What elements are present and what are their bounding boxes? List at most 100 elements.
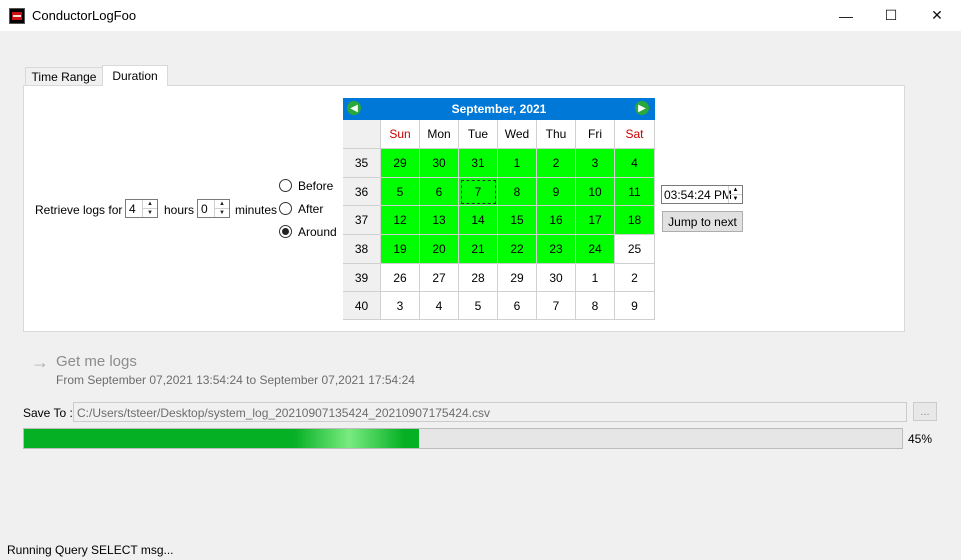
next-month-icon[interactable]: ▶ <box>635 101 649 115</box>
around-radio[interactable] <box>279 225 292 238</box>
week-number: 39 <box>343 264 381 292</box>
window-title: ConductorLogFoo <box>32 8 137 23</box>
minutes-label: minutes <box>235 203 278 217</box>
calendar-day[interactable]: 8 <box>576 292 615 320</box>
status-text: Running Query SELECT msg... <box>7 543 174 557</box>
calendar-day[interactable]: 17 <box>576 206 615 235</box>
calendar-day[interactable]: 5 <box>459 292 498 320</box>
time-up-icon[interactable]: ▲ <box>729 186 742 195</box>
app-logo-icon <box>9 8 25 24</box>
time-picker[interactable]: 03:54:24 PM ▲ ▼ <box>661 185 743 204</box>
calendar-day[interactable]: 9 <box>537 178 576 206</box>
hours-label: hours <box>164 203 195 217</box>
calendar-day[interactable]: 13 <box>420 206 459 235</box>
calendar-day[interactable]: 27 <box>420 264 459 292</box>
hours-value: 4 <box>129 202 136 216</box>
calendar-day[interactable]: 31 <box>459 149 498 178</box>
weekday-header: Thu <box>537 120 576 149</box>
calendar-day[interactable]: 15 <box>498 206 537 235</box>
minimize-button[interactable]: — <box>823 0 869 31</box>
week-number: 35 <box>343 149 381 178</box>
calendar-day[interactable]: 26 <box>381 264 420 292</box>
spin-down-icon[interactable]: ▼ <box>215 209 229 217</box>
calendar-day[interactable]: 30 <box>420 149 459 178</box>
retrieve-logs-label: Retrieve logs for <box>35 203 123 217</box>
close-button[interactable]: ✕ <box>914 0 960 31</box>
calendar-day[interactable]: 7 <box>537 292 576 320</box>
calendar-day[interactable]: 1 <box>498 149 537 178</box>
weekday-header: Wed <box>498 120 537 149</box>
calendar-day[interactable]: 29 <box>381 149 420 178</box>
calendar-corner <box>343 120 381 149</box>
calendar-day[interactable]: 12 <box>381 206 420 235</box>
progress-shine <box>294 429 404 448</box>
calendar-day[interactable]: 23 <box>537 235 576 264</box>
calendar-day[interactable]: 3 <box>381 292 420 320</box>
calendar-day[interactable]: 25 <box>615 235 655 264</box>
week-number: 36 <box>343 178 381 206</box>
before-radio-label[interactable]: Before <box>298 179 333 193</box>
calendar-day[interactable]: 19 <box>381 235 420 264</box>
spin-up-icon[interactable]: ▲ <box>215 200 229 209</box>
calendar-day[interactable]: 6 <box>420 178 459 206</box>
tab-duration[interactable]: Duration <box>102 65 168 86</box>
title-bar <box>0 0 961 31</box>
spin-up-icon[interactable]: ▲ <box>143 200 157 209</box>
weekday-header: Sun <box>381 120 420 149</box>
tab-time-range[interactable]: Time Range <box>25 67 103 86</box>
jump-to-next-button[interactable]: Jump to next <box>662 211 743 232</box>
calendar-day[interactable]: 2 <box>615 264 655 292</box>
calendar-grid: Sun Mon Tue Wed Thu Fri Sat 35 29 30 31 1 2 3 4 36 5 6 7 8 9… <box>343 120 655 320</box>
calendar-day[interactable]: 1 <box>576 264 615 292</box>
browse-button[interactable]: ... <box>913 402 937 421</box>
spin-down-icon[interactable]: ▼ <box>143 209 157 217</box>
calendar-day[interactable]: 4 <box>420 292 459 320</box>
weekday-header: Mon <box>420 120 459 149</box>
after-radio[interactable] <box>279 202 292 215</box>
hours-spinbox[interactable]: 4 ▲ ▼ <box>125 199 158 218</box>
calendar-day[interactable]: 28 <box>459 264 498 292</box>
calendar-day[interactable]: 11 <box>615 178 655 206</box>
weekday-header: Tue <box>459 120 498 149</box>
calendar-day[interactable]: 2 <box>537 149 576 178</box>
calendar-day[interactable]: 10 <box>576 178 615 206</box>
calendar-day[interactable]: 5 <box>381 178 420 206</box>
progress-bar <box>23 428 903 449</box>
minutes-spinbox[interactable]: 0 ▲ ▼ <box>197 199 230 218</box>
calendar-day[interactable]: 4 <box>615 149 655 178</box>
arrow-right-icon[interactable]: → <box>31 352 49 373</box>
calendar-day[interactable]: 16 <box>537 206 576 235</box>
time-down-icon[interactable]: ▼ <box>729 195 742 203</box>
weekday-header: Sat <box>615 120 655 149</box>
calendar-header: September, 2021 ◀ ▶ <box>343 98 655 120</box>
calendar-day[interactable]: 18 <box>615 206 655 235</box>
week-number: 40 <box>343 292 381 320</box>
calendar-day[interactable]: 20 <box>420 235 459 264</box>
get-logs-button[interactable]: Get me logs <box>56 353 137 370</box>
weekday-header: Fri <box>576 120 615 149</box>
save-path-field[interactable]: C:/Users/tsteer/Desktop/system_log_20210… <box>73 402 907 422</box>
around-radio-label[interactable]: Around <box>298 225 337 239</box>
calendar-day[interactable]: 14 <box>459 206 498 235</box>
calendar-day[interactable]: 30 <box>537 264 576 292</box>
save-to-label: Save To : <box>23 406 73 420</box>
calendar-month-title: September, 2021 <box>451 102 547 116</box>
get-logs-range: From September 07,2021 13:54:24 to Septe… <box>56 373 415 387</box>
calendar-day[interactable]: 24 <box>576 235 615 264</box>
calendar-day[interactable]: 29 <box>498 264 537 292</box>
progress-percent: 45% <box>908 432 933 446</box>
calendar-day[interactable]: 6 <box>498 292 537 320</box>
calendar-day[interactable]: 8 <box>498 178 537 206</box>
time-value: 03:54:24 PM <box>664 188 733 202</box>
before-radio[interactable] <box>279 179 292 192</box>
calendar-day[interactable]: 7 <box>459 178 498 206</box>
calendar-day[interactable]: 9 <box>615 292 655 320</box>
prev-month-icon[interactable]: ◀ <box>347 101 361 115</box>
calendar-day[interactable]: 22 <box>498 235 537 264</box>
calendar-day[interactable]: 21 <box>459 235 498 264</box>
maximize-button[interactable]: ☐ <box>868 0 914 31</box>
after-radio-label[interactable]: After <box>298 202 323 216</box>
calendar-day[interactable]: 3 <box>576 149 615 178</box>
minutes-value: 0 <box>201 202 208 216</box>
week-number: 37 <box>343 206 381 235</box>
